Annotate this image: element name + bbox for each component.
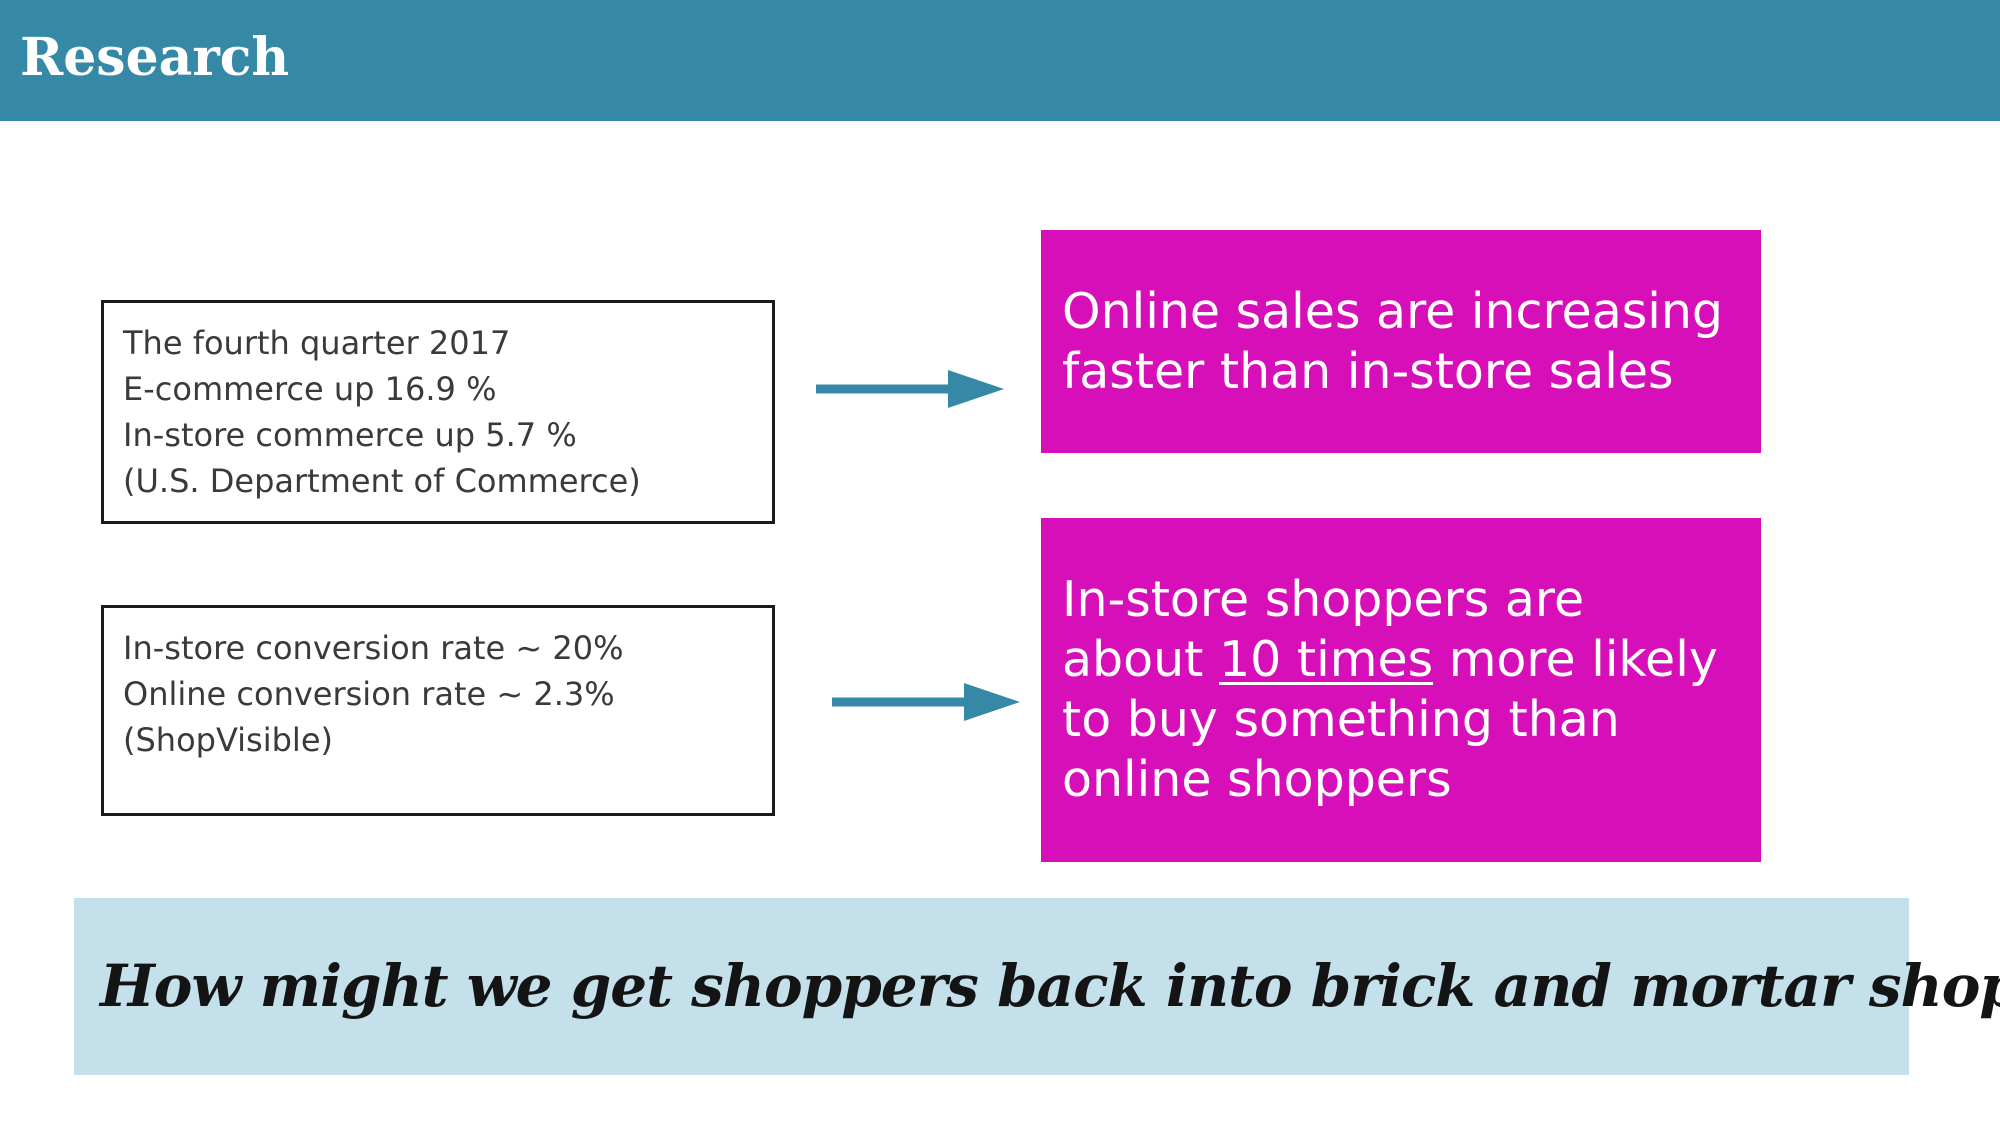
header-bar: Research (0, 0, 2000, 121)
fact-line: In-store conversion rate ~ 20% (123, 629, 624, 667)
fact-line: Online conversion rate ~ 2.3% (123, 675, 615, 713)
insight-line: faster than in-store sales (1062, 343, 1674, 400)
fact-source: (ShopVisible) (123, 721, 333, 759)
fact-line: The fourth quarter 2017 (123, 324, 511, 362)
how-might-we-question: How might we get shoppers back into bric… (100, 952, 2000, 1020)
fact-box-conversion-stats: In-store conversion rate ~ 20% Online co… (101, 605, 775, 816)
fact-box-commerce-stats: The fourth quarter 2017 E-commerce up 16… (101, 300, 775, 524)
insight-line: online shoppers (1062, 751, 1452, 808)
insight-line: In-store shoppers are (1062, 571, 1585, 628)
insight-line: about 10 times more likely (1062, 630, 1718, 690)
insight-box-online-growth: Online sales are increasing faster than … (1041, 230, 1761, 453)
insight-box-instore-likelihood: In-store shoppers are about 10 times mor… (1041, 518, 1761, 862)
arrow-right-icon (816, 370, 1004, 408)
fact-line: In-store commerce up 5.7 % (123, 416, 577, 454)
arrow-right-icon (832, 683, 1020, 721)
page-title: Research (20, 27, 290, 88)
fact-source: (U.S. Department of Commerce) (123, 462, 641, 500)
insight-text: more likely (1433, 631, 1718, 688)
how-might-we-banner: How might we get shoppers back into bric… (74, 898, 2000, 1075)
insight-line: Online sales are increasing (1062, 283, 1724, 340)
emphasis-underlined: 10 times (1218, 631, 1434, 688)
insight-line: to buy something than (1062, 691, 1620, 748)
insight-text: about (1062, 631, 1219, 688)
fact-line: E-commerce up 16.9 % (123, 370, 497, 408)
